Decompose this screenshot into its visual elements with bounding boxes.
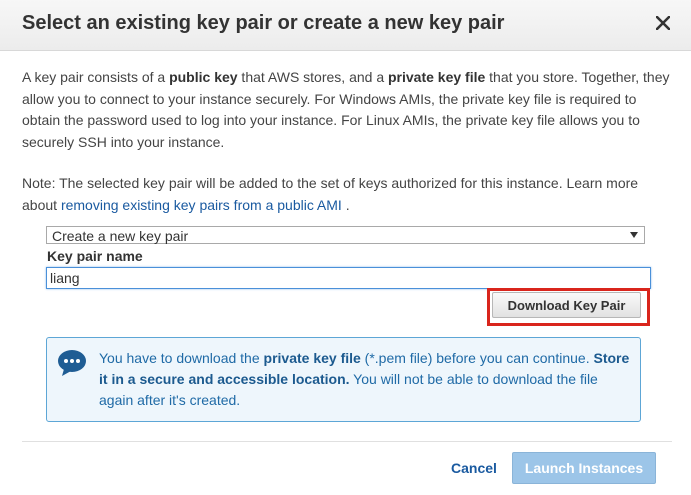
info-message: You have to download the private key fil… [99, 350, 630, 408]
launch-instances-button[interactable]: Launch Instances [512, 452, 656, 484]
dialog-title: Select an existing key pair or create a … [22, 12, 505, 34]
download-key-pair-button[interactable]: Download Key Pair [492, 292, 641, 318]
dialog-header: Select an existing key pair or create a … [0, 0, 691, 51]
footer-divider [22, 441, 672, 442]
key-pair-description: A key pair consists of a public key that… [22, 69, 670, 150]
chat-bubble-icon [58, 350, 86, 376]
info-box: You have to download the private key fil… [46, 337, 641, 422]
key-pair-select[interactable]: Create a new key pair [46, 226, 645, 244]
key-pair-name-input[interactable] [46, 267, 651, 289]
note-text: Note: The selected key pair will be adde… [22, 175, 639, 213]
close-button[interactable] [650, 10, 676, 36]
key-pair-select-value: Create a new key pair [52, 228, 189, 244]
chevron-down-icon [630, 232, 638, 238]
close-icon[interactable] [656, 16, 670, 30]
key-pair-name-label: Key pair name [47, 248, 143, 264]
cancel-button[interactable]: Cancel [451, 460, 497, 476]
removing-key-pairs-link[interactable]: removing existing key pairs from a publi… [61, 197, 342, 213]
